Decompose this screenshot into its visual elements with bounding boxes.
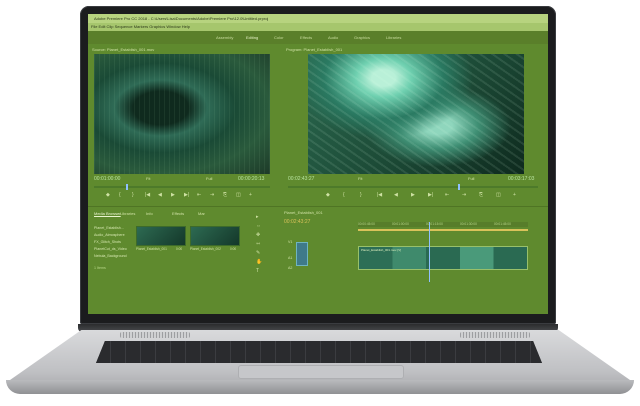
source-transport-button-5[interactable]: ▶ (171, 192, 175, 198)
program-transport-button-6[interactable]: ▶| (428, 192, 433, 198)
project-item-2[interactable]: FX_Glitch_Shots (94, 240, 121, 244)
source-timecode-duration: 00:00:20:13 (238, 176, 265, 182)
source-transport-button-4[interactable]: ◀ (158, 192, 162, 198)
project-item-4[interactable]: Nebula_Background (94, 254, 127, 258)
program-transport-button-1[interactable]: { (343, 192, 345, 198)
program-transport-button-3[interactable]: |◀ (377, 192, 382, 198)
laptop-front-edge (6, 380, 634, 394)
source-scrub-bar[interactable] (94, 184, 270, 190)
ruler-tick-1: 00:01:00:00 (392, 222, 409, 226)
source-monitor-viewer (94, 54, 270, 174)
project-item-1[interactable]: Audio_Atmosphere (94, 233, 125, 237)
program-transport-button-2[interactable]: } (360, 192, 362, 198)
timeline-playhead[interactable] (429, 222, 431, 282)
ruler-tick-0: 00:00:45:00 (358, 222, 375, 226)
timeline-ruler[interactable]: 00:00:45:00 00:01:00:00 00:01:15:00 00:01:3… (358, 222, 528, 227)
laptop-screen: Adobe Premiere Pro CC 2018 - C:\Users\Li… (88, 14, 548, 314)
timeline-timecode[interactable]: 00:02:43:27 (284, 219, 310, 225)
workspace-tab-effects[interactable]: Effects (300, 35, 312, 40)
track-label-a2[interactable]: A2 (288, 266, 292, 270)
program-scrub-bar[interactable] (288, 184, 538, 190)
menu-bar[interactable]: File Edit Clip Sequence Markers Graphics… (88, 23, 548, 31)
source-transport-button-10[interactable]: ◫ (236, 192, 241, 198)
program-transport-button-11[interactable]: + (513, 192, 516, 198)
source-playhead[interactable] (125, 184, 128, 190)
track-label-v1[interactable]: V1 (288, 240, 292, 244)
bin-thumbnail-duration-2: 0:00 (230, 247, 237, 251)
program-timecode-current[interactable]: 00:02:43:27 (288, 176, 314, 182)
speaker-grille-left (120, 332, 190, 338)
project-tab-3[interactable]: Effects (172, 211, 184, 216)
program-transport-button-9[interactable]: ⎘ (479, 192, 483, 198)
keyboard (96, 341, 542, 363)
timeline-work-area-bar[interactable] (358, 229, 528, 231)
timeline-title[interactable]: Planet_Establish_001 (284, 210, 323, 215)
source-transport-button-0[interactable]: ◆ (106, 192, 110, 198)
app-title-bar: Adobe Premiere Pro CC 2018 - C:\Users\Li… (88, 14, 548, 23)
program-timecode-duration: 00:03:17:03 (508, 176, 535, 182)
program-transport-button-10[interactable]: ◫ (496, 192, 501, 198)
program-quality-dropdown[interactable]: Full (468, 176, 474, 181)
project-tab-0[interactable]: Media Browser (94, 211, 121, 216)
program-transport-button-8[interactable]: ⇥ (462, 192, 466, 198)
source-timecode-current[interactable]: 00:01:00:00 (94, 176, 120, 182)
bin-thumbnail-2[interactable] (190, 226, 240, 246)
tool-button-1[interactable]: ⇔ (256, 223, 261, 229)
program-transport-button-7[interactable]: ⇤ (445, 192, 449, 198)
source-transport-button-1[interactable]: { (119, 192, 121, 198)
workspace-tab-graphics[interactable]: Graphics (354, 35, 370, 40)
project-item-3[interactable]: PlanetCut_ds_Video (94, 247, 127, 251)
tool-button-5[interactable]: ✋ (256, 259, 262, 265)
source-transport-button-2[interactable]: } (132, 192, 134, 198)
source-transport-button-8[interactable]: ⇥ (210, 192, 214, 198)
bin-thumbnail-duration-1: 0:00 (176, 247, 183, 251)
source-transport-button-9[interactable]: ⎘ (223, 192, 227, 198)
source-transport-button-7[interactable]: ⇤ (197, 192, 201, 198)
workspace-tab-assembly[interactable]: Assembly (216, 35, 233, 40)
bin-thumbnail-label-2: Planet_Establish_002 (190, 247, 221, 251)
workspace-tab-libraries[interactable]: Libraries (386, 35, 401, 40)
source-transport-button-6[interactable]: ▶| (184, 192, 189, 198)
source-transport-button-11[interactable]: + (249, 192, 252, 198)
program-monitor-title[interactable]: Program: Planet_Establish_001 (286, 47, 342, 52)
program-playhead[interactable] (458, 184, 460, 190)
program-transport-button-0[interactable]: ◆ (326, 192, 330, 198)
timeline-clip-label: Planet_Establish_001.mov [V] (361, 248, 402, 252)
timeline-audio-clip[interactable] (296, 242, 308, 266)
project-item-count: 1 Items (94, 266, 106, 270)
ruler-tick-3: 00:01:30:00 (460, 222, 477, 226)
program-transport-button-5[interactable]: ▶ (411, 192, 415, 198)
source-transport-button-3[interactable]: |◀ (145, 192, 150, 198)
bin-thumbnail-label-1: Planet_Establish_001 (136, 247, 167, 251)
tool-button-0[interactable]: ▸ (256, 214, 259, 220)
project-tab-2[interactable]: Info (146, 211, 153, 216)
tool-button-6[interactable]: T (256, 268, 259, 274)
workspace-tab-audio[interactable]: Audio (328, 35, 338, 40)
program-transport-button-4[interactable]: ◀ (394, 192, 398, 198)
program-fit-dropdown[interactable]: Fit (358, 176, 362, 181)
workspace-tab-color[interactable]: Color (274, 35, 284, 40)
source-quality-dropdown[interactable]: Full (206, 176, 212, 181)
source-fit-dropdown[interactable]: Fit (146, 176, 150, 181)
touchpad (238, 365, 404, 379)
tool-button-4[interactable]: ✎ (256, 250, 260, 256)
project-tab-1[interactable]: Libraries (120, 211, 135, 216)
workspace-bar: Assembly Editing Color Effects Audio Gra… (88, 31, 548, 44)
program-monitor-viewer (308, 54, 524, 174)
panel-divider (88, 206, 548, 207)
speaker-grille-right (460, 332, 530, 338)
tool-button-2[interactable]: ✥ (256, 232, 260, 238)
tool-button-3[interactable]: ⇿ (256, 241, 260, 247)
timeline-video-clip[interactable]: Planet_Establish_001.mov [V] (358, 246, 528, 270)
ruler-tick-4: 00:01:45:00 (494, 222, 511, 226)
project-tab-4[interactable]: Mar (198, 211, 205, 216)
source-monitor-title[interactable]: Source: Planet_Establish_001.mov (92, 47, 154, 52)
workspace-tab-editing[interactable]: Editing (246, 35, 258, 40)
project-item-0[interactable]: Planet_Establish... (94, 226, 124, 230)
track-label-a1[interactable]: A1 (288, 256, 292, 260)
bin-thumbnail-1[interactable] (136, 226, 186, 246)
